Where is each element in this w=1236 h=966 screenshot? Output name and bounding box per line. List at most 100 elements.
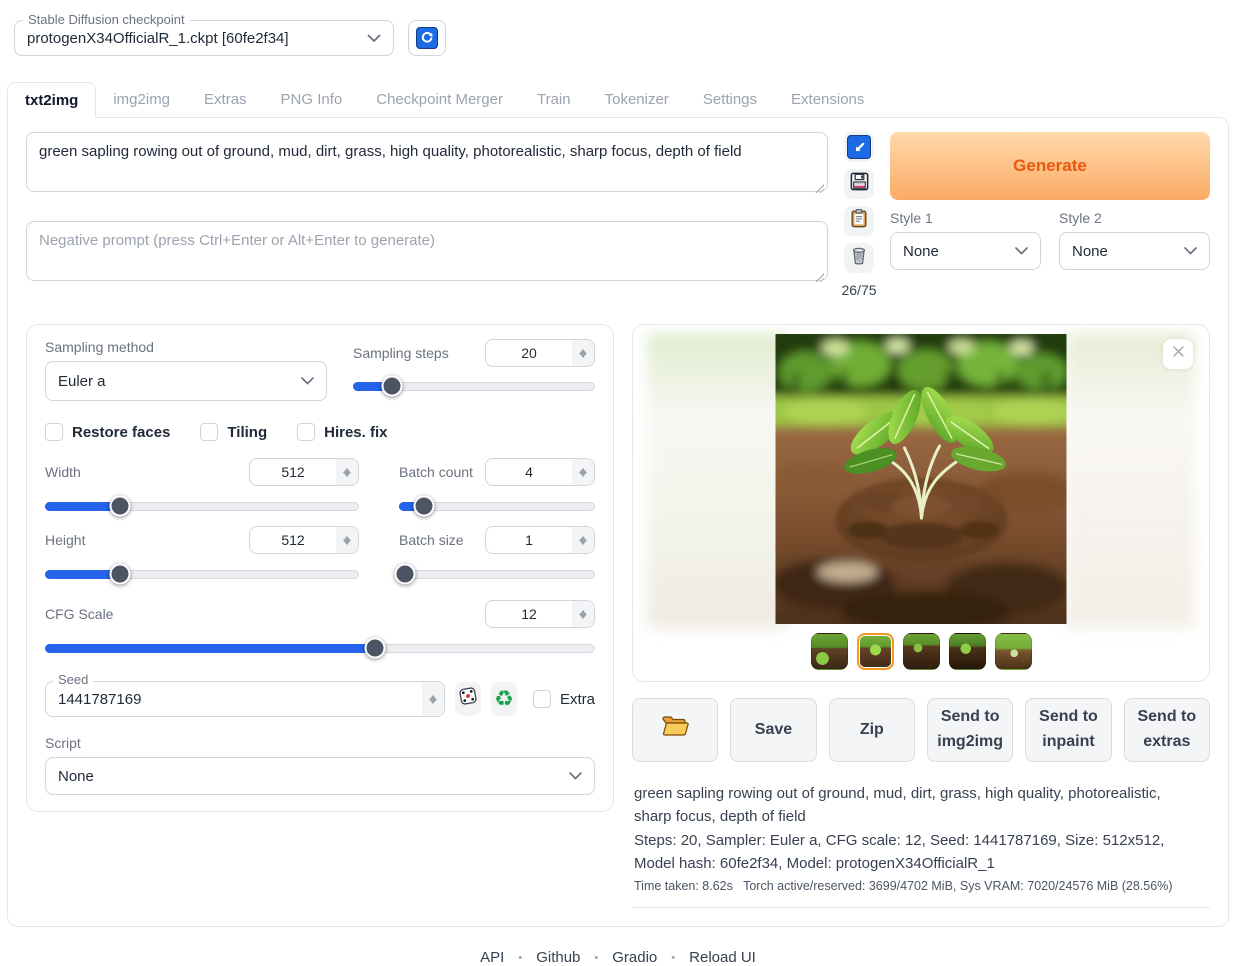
close-icon xyxy=(1172,345,1185,363)
height-value: 512 xyxy=(250,527,336,553)
checkpoint-header: Stable Diffusion checkpoint protogenX34O… xyxy=(14,20,1229,56)
batch-count-slider[interactable] xyxy=(399,495,595,517)
spinner-icon[interactable] xyxy=(572,601,594,627)
tab-png-info[interactable]: PNG Info xyxy=(264,82,360,117)
tab-tokenizer[interactable]: Tokenizer xyxy=(588,82,686,117)
generated-image[interactable] xyxy=(776,334,1067,624)
zip-button[interactable]: Zip xyxy=(829,698,915,762)
restore-faces-checkbox[interactable]: Restore faces xyxy=(45,423,170,441)
tab-img2img[interactable]: img2img xyxy=(96,82,187,117)
checkpoint-dropdown[interactable]: Stable Diffusion checkpoint protogenX34O… xyxy=(14,20,394,56)
spinner-icon[interactable] xyxy=(422,682,444,716)
chevron-down-icon xyxy=(569,772,582,780)
spinner-icon[interactable] xyxy=(336,459,358,485)
save-button[interactable]: Save xyxy=(730,698,816,762)
open-folder-button[interactable] xyxy=(632,698,718,762)
thumbnail-2-selected[interactable] xyxy=(857,633,894,670)
sampling-method-dropdown[interactable]: Euler a xyxy=(45,361,327,401)
hires-fix-checkbox[interactable]: Hires. fix xyxy=(297,423,387,441)
chevron-down-icon xyxy=(1015,247,1028,255)
generation-info: green sapling rowing out of ground, mud,… xyxy=(632,778,1210,908)
thumbnail-5[interactable] xyxy=(995,633,1032,670)
api-link[interactable]: API xyxy=(480,949,504,966)
width-slider[interactable] xyxy=(45,495,359,517)
spinner-icon[interactable] xyxy=(336,527,358,553)
github-link[interactable]: Github xyxy=(536,949,580,966)
clear-prompt-button[interactable] xyxy=(844,243,874,273)
batch-count-label: Batch count xyxy=(399,464,473,480)
cfg-scale-slider[interactable] xyxy=(45,637,595,659)
generate-button[interactable]: Generate xyxy=(890,132,1210,200)
tab-checkpoint-merger[interactable]: Checkpoint Merger xyxy=(359,82,520,117)
tab-extensions[interactable]: Extensions xyxy=(774,82,881,117)
send-to-inpaint-button[interactable]: Send to inpaint xyxy=(1025,698,1111,762)
script-dropdown[interactable]: None xyxy=(45,757,595,795)
tab-train[interactable]: Train xyxy=(520,82,588,117)
trash-icon xyxy=(849,245,869,271)
negative-prompt-wrap xyxy=(26,221,828,286)
height-label: Height xyxy=(45,532,85,548)
clipboard-icon xyxy=(849,208,869,234)
seed-value: 1441787169 xyxy=(46,682,422,716)
checkbox-icon xyxy=(200,423,218,441)
batch-count-input[interactable]: 4 xyxy=(485,458,595,486)
style2-dropdown[interactable]: None xyxy=(1059,232,1210,270)
width-input[interactable]: 512 xyxy=(249,458,359,486)
reuse-seed-button[interactable]: ♻ xyxy=(491,682,517,716)
extra-label: Extra xyxy=(560,691,595,708)
batch-size-input[interactable]: 1 xyxy=(485,526,595,554)
script-value: None xyxy=(58,768,94,785)
apply-style-button[interactable] xyxy=(844,206,874,236)
seed-input[interactable]: 1441787169 xyxy=(45,681,445,717)
time-taken-text: Time taken: 8.62s xyxy=(634,879,733,893)
batch-size-slider[interactable] xyxy=(399,563,595,585)
sampling-steps-value: 20 xyxy=(486,340,572,366)
send-to-img2img-button[interactable]: Send to img2img xyxy=(927,698,1013,762)
script-label: Script xyxy=(45,735,595,751)
negative-prompt-input[interactable] xyxy=(26,221,828,281)
prompt-input[interactable]: green sapling rowing out of ground, mud,… xyxy=(26,132,828,192)
refresh-checkpoint-button[interactable] xyxy=(408,20,446,56)
style-row: Style 1 None Style 2 None xyxy=(890,210,1210,270)
checkbox-icon xyxy=(297,423,315,441)
height-input[interactable]: 512 xyxy=(249,526,359,554)
thumbnail-3[interactable] xyxy=(903,633,940,670)
tab-extras[interactable]: Extras xyxy=(187,82,264,117)
spinner-icon[interactable] xyxy=(572,527,594,553)
txt2img-panel: green sapling rowing out of ground, mud,… xyxy=(7,117,1229,927)
paste-params-button[interactable] xyxy=(844,132,874,162)
spinner-icon[interactable] xyxy=(572,459,594,485)
checkpoint-label: Stable Diffusion checkpoint xyxy=(23,12,190,27)
sampling-method-label: Sampling method xyxy=(45,339,327,355)
style2-value: None xyxy=(1072,243,1108,260)
sampling-steps-slider[interactable] xyxy=(353,375,595,397)
send-to-extras-button[interactable]: Send to extras xyxy=(1124,698,1210,762)
style2-label: Style 2 xyxy=(1059,210,1210,226)
thumbnail-1[interactable] xyxy=(811,633,848,670)
chevron-down-icon xyxy=(1184,247,1197,255)
random-seed-button[interactable] xyxy=(455,682,481,716)
width-height-column: Width 512 xyxy=(45,457,359,593)
height-slider[interactable] xyxy=(45,563,359,585)
sampling-method-block: Sampling method Euler a xyxy=(45,339,327,401)
spinner-icon[interactable] xyxy=(572,340,594,366)
tab-settings[interactable]: Settings xyxy=(686,82,774,117)
style1-value: None xyxy=(903,243,939,260)
prompt-section: green sapling rowing out of ground, mud,… xyxy=(26,132,1210,298)
gradio-link[interactable]: Gradio xyxy=(612,949,657,966)
close-gallery-button[interactable] xyxy=(1163,339,1193,369)
tab-txt2img[interactable]: txt2img xyxy=(7,82,96,118)
extra-seed-checkbox[interactable]: Extra xyxy=(533,690,595,708)
main-row: Sampling method Euler a Sampling steps xyxy=(26,324,1210,908)
reload-ui-link[interactable]: Reload UI xyxy=(689,949,756,966)
batch-size-value: 1 xyxy=(486,527,572,553)
cfg-scale-input[interactable]: 12 xyxy=(485,600,595,628)
tiling-checkbox[interactable]: Tiling xyxy=(200,423,267,441)
thumbnail-4[interactable] xyxy=(949,633,986,670)
style1-label: Style 1 xyxy=(890,210,1041,226)
style1-dropdown[interactable]: None xyxy=(890,232,1041,270)
save-style-button[interactable] xyxy=(844,169,874,199)
sampling-steps-input[interactable]: 20 xyxy=(485,339,595,367)
main-tabs: txt2img img2img Extras PNG Info Checkpoi… xyxy=(7,82,1229,117)
thumbnail-strip xyxy=(633,633,1209,670)
